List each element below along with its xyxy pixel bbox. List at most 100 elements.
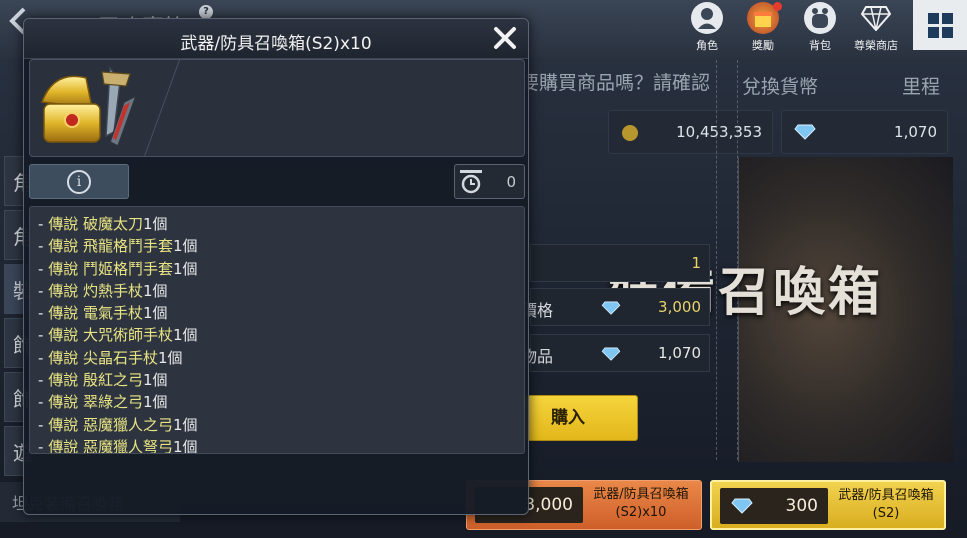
quantity-value: 1 (691, 254, 701, 272)
item-quantity: 1個 (143, 304, 168, 323)
list-bullet: - (38, 215, 49, 233)
item-tier: 傳說 (48, 415, 79, 434)
diamond-icon (601, 346, 621, 365)
item-tier: 傳說 (48, 348, 79, 367)
item-name: 大咒術師手杖 (82, 326, 173, 345)
product-price: 3,000 (524, 495, 573, 515)
item-name: 灼熱手杖 (82, 281, 143, 300)
list-bullet: - (38, 371, 49, 390)
timer-icon (459, 169, 483, 199)
close-icon[interactable] (492, 25, 518, 51)
info-button[interactable]: i (29, 164, 129, 199)
character-label: 角色 (696, 39, 718, 52)
list-bullet: - (38, 237, 49, 256)
backpack-label: 背包 (809, 39, 831, 52)
list-bullet: - (38, 259, 49, 278)
diamond-value: 1,070 (894, 123, 937, 141)
diamond-shop-label: 尊榮商店 (854, 39, 898, 52)
item-name: 破魔太刀 (82, 215, 143, 233)
list-bullet: - (38, 326, 49, 345)
reward-button[interactable]: 獎勵 (740, 2, 786, 56)
list-bullet: - (38, 437, 49, 454)
character-button[interactable]: 角色 (684, 2, 730, 56)
item-quantity: 1個 (173, 259, 198, 278)
item-name: 惡魔獵人弩弓 (82, 437, 173, 454)
diamond-icon (794, 124, 816, 144)
item-quantity: 1個 (173, 415, 198, 434)
diamond-shop-icon (860, 2, 892, 34)
list-item: - 傳說 尖晶石手杖1個 (38, 347, 524, 369)
item-tier: 傳說 (48, 304, 79, 323)
character-icon (691, 2, 723, 34)
list-item: - 傳說 鬥姬格鬥手套1個 (38, 258, 524, 280)
list-bullet: - (38, 393, 49, 412)
item-tier: 傳說 (48, 393, 79, 412)
item-quantity: 1個 (173, 326, 198, 345)
shop-headers: 要購買商品嗎？請確認 兌換貨幣 里程 (520, 66, 967, 102)
item-quantity: 1個 (143, 215, 168, 233)
item-tier: 傳說 (48, 259, 79, 278)
quantity-row: 1 (530, 244, 710, 282)
item-quantity: 1個 (143, 371, 168, 390)
backpack-button[interactable]: 背包 (797, 2, 843, 56)
dialog-title: 武器/防具召喚箱(S2)x10 (180, 34, 372, 54)
item-preview-panel (29, 59, 525, 157)
gold-balance: 10,453,353 (608, 110, 773, 154)
confirm-question: 要購買商品嗎？請確認 (520, 72, 711, 94)
backpack-icon (804, 2, 836, 34)
item-quantity: 1個 (143, 281, 168, 300)
product-name: 武器/防具召喚箱(S2)x10 (593, 487, 689, 520)
item-tier: 傳說 (48, 281, 79, 300)
contents-list[interactable]: - 傳說 破魔太刀1個 - 傳說 飛龍格鬥手套1個 - 傳說 鬥姬格鬥手套1個 - 傳… (29, 206, 525, 454)
list-item: - 傳說 電氣手杖1個 (38, 302, 524, 324)
list-item: - 傳說 大咒術師手杖1個 (38, 324, 524, 346)
item-name: 電氣手杖 (82, 304, 143, 323)
diamond-icon (601, 300, 621, 319)
owned-value: 1,070 (658, 344, 701, 362)
product-price: 300 (785, 496, 818, 516)
list-bullet: - (38, 348, 49, 367)
list-item: - 傳說 惡魔獵人弩弓1個 (38, 436, 524, 454)
item-name: 翠綠之弓 (82, 393, 143, 412)
info-icon: i (67, 170, 91, 194)
exchange-currency-header: 兌換貨幣 (742, 76, 819, 98)
diamond-shop-button[interactable]: 尊榮商店 (853, 2, 899, 56)
diamond-icon (730, 498, 754, 518)
item-tier: 傳說 (48, 237, 79, 256)
gold-coin-icon (621, 124, 639, 146)
mileage-header: 里程 (902, 76, 941, 98)
item-name: 惡魔獵人之弓 (82, 415, 173, 434)
item-tier: 傳說 (48, 437, 79, 454)
item-name: 殷紅之弓 (82, 371, 143, 390)
item-tier: 傳說 (48, 326, 79, 345)
dialog-header: 武器/防具召喚箱(S2)x10 (24, 19, 528, 59)
notification-dot (773, 2, 782, 11)
list-item: - 傳說 灼熱手杖1個 (38, 280, 524, 302)
item-tier: 傳說 (48, 371, 79, 390)
price-value: 3,000 (658, 298, 701, 316)
item-quantity: 1個 (143, 393, 168, 412)
help-icon[interactable]: ? (199, 5, 213, 19)
item-name: 鬥姬格鬥手套 (82, 259, 173, 278)
item-quantity: 1個 (173, 237, 198, 256)
list-item: - 傳說 翠綠之弓1個 (38, 391, 524, 413)
item-name: 飛龍格鬥手套 (82, 237, 173, 256)
product-tab-single[interactable]: 300 武器/防具召喚箱(S2) (710, 480, 946, 530)
timer-value: 0 (506, 173, 516, 191)
owned-row: 物品 1,070 (521, 334, 710, 372)
diamond-balance: 1,070 (781, 110, 948, 154)
list-item: - 傳說 惡魔獵人之弓1個 (38, 414, 524, 436)
item-quantity: 1個 (158, 348, 183, 367)
list-bullet: - (38, 281, 49, 300)
main-menu-grid-icon[interactable] (913, 0, 967, 50)
currency-row: 10,453,353 1,070 (528, 110, 948, 154)
list-item: - 傳說 飛龍格鬥手套1個 (38, 235, 524, 257)
product-price-box: 300 (720, 488, 828, 524)
item-detail-dialog: 武器/防具召喚箱(S2)x10 i 0 - 傳說 破魔太刀1個 - 傳說 飛龍格… (23, 18, 529, 515)
item-tier: 傳說 (48, 215, 79, 233)
list-item: - 傳說 破魔太刀1個 (38, 213, 524, 235)
list-bullet: - (38, 304, 49, 323)
timer-box: 0 (454, 164, 525, 199)
list-bullet: - (38, 415, 49, 434)
item-quantity: 1個 (173, 437, 198, 454)
